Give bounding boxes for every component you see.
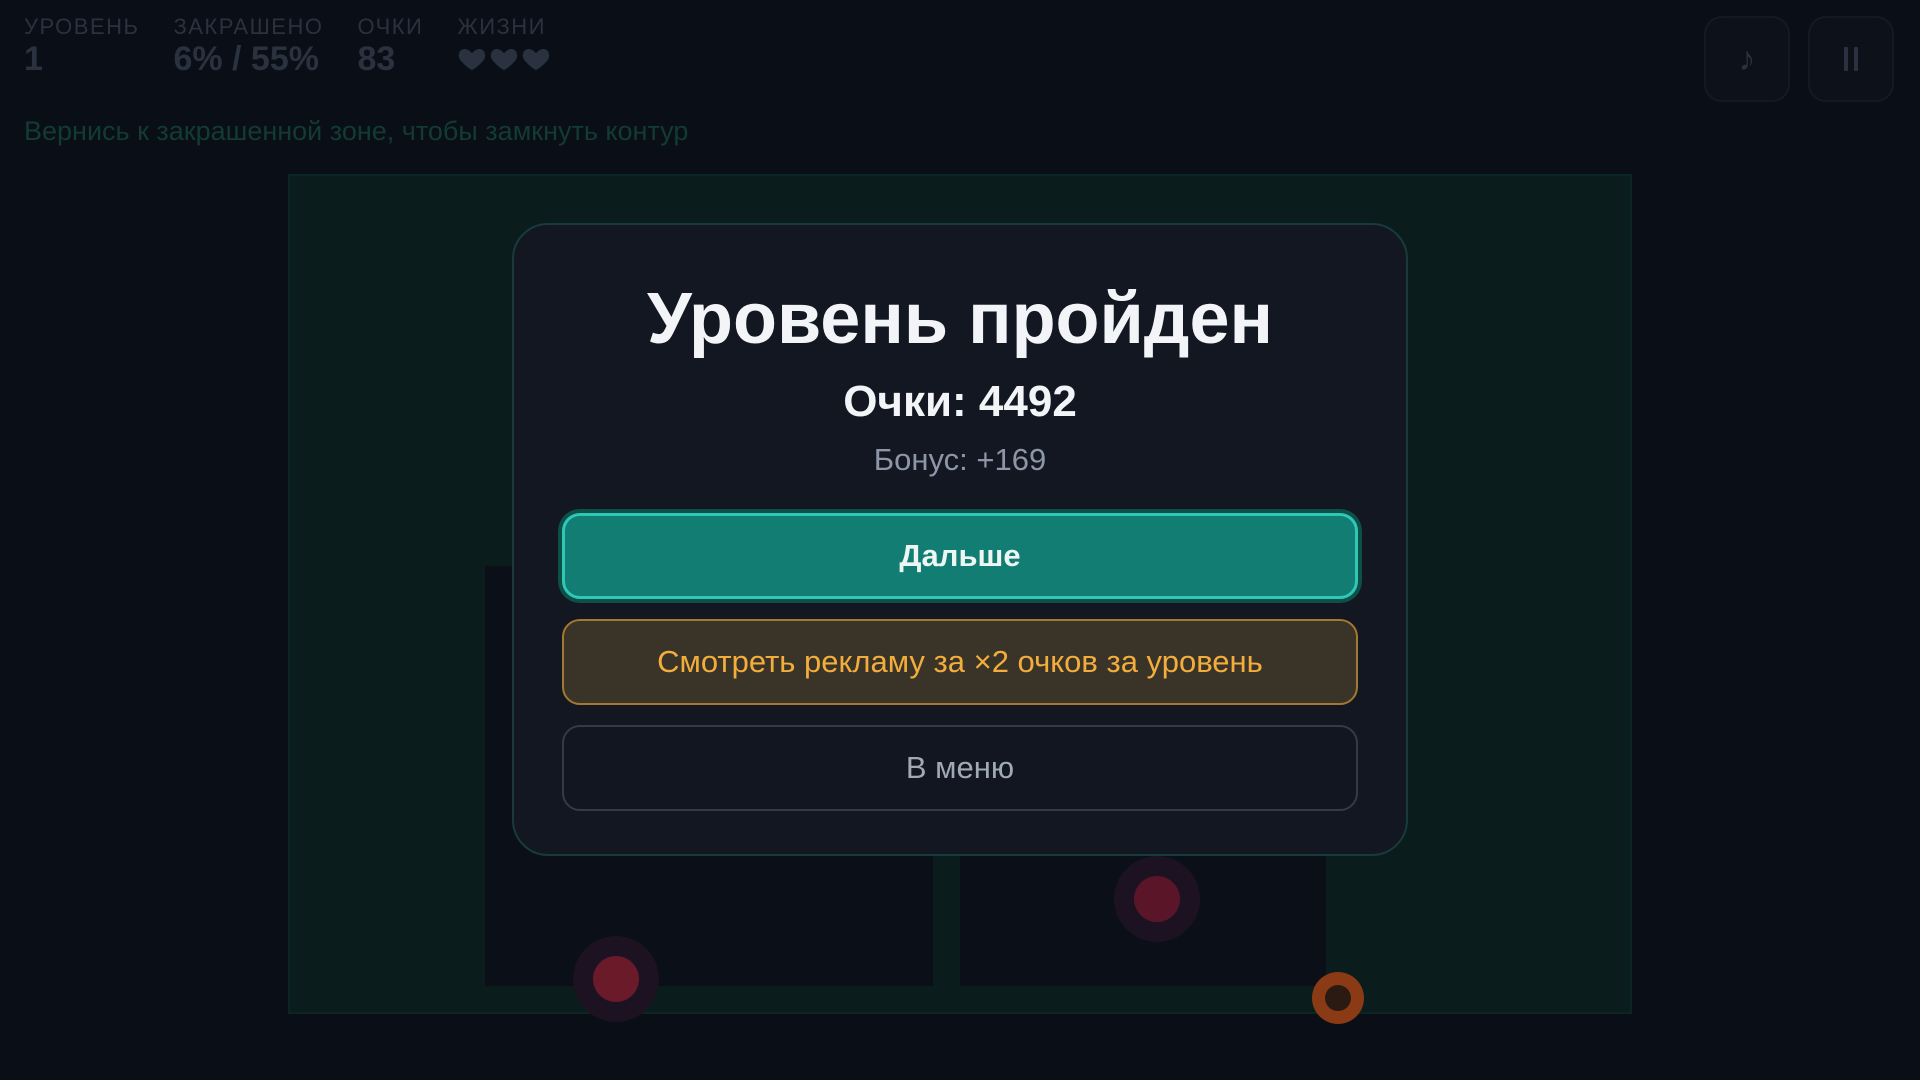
hint-text: Вернись к закрашенной зоне, чтобы замкну… xyxy=(24,116,689,146)
level-stat: УРОВЕНЬ 1 xyxy=(24,14,139,78)
music-note-icon: ♪ xyxy=(1738,39,1756,78)
heart-icon xyxy=(523,49,550,71)
score-value: 83 xyxy=(357,40,396,78)
watch-ad-button[interactable]: Смотреть рекламу за ×2 очков за уровень xyxy=(562,619,1358,705)
enemy-ball-core xyxy=(593,956,639,1002)
dialog-score: Очки: 4492 xyxy=(843,377,1077,426)
level-value: 1 xyxy=(24,40,43,78)
border-enemy-ball xyxy=(1312,972,1364,1024)
pause-icon xyxy=(1844,47,1858,71)
next-button[interactable]: Дальше xyxy=(562,513,1358,599)
heart-icon xyxy=(459,49,486,71)
score-label: ОЧКИ xyxy=(357,14,424,39)
menu-button[interactable]: В меню xyxy=(562,725,1358,811)
game-screen: УРОВЕНЬ 1 ЗАКРАШЕНО 6% / 55% ОЧКИ 83 ЖИЗ… xyxy=(0,0,1920,1080)
level-label: УРОВЕНЬ xyxy=(24,14,140,39)
border-enemy-ball-core xyxy=(1325,985,1351,1011)
music-button[interactable]: ♪ xyxy=(1704,16,1790,102)
hud: УРОВЕНЬ 1 ЗАКРАШЕНО 6% / 55% ОЧКИ 83 ЖИЗ… xyxy=(24,14,551,78)
enemy-ball xyxy=(573,936,659,1022)
lives-label: ЖИЗНИ xyxy=(457,14,546,39)
score-stat: ОЧКИ 83 xyxy=(357,14,423,78)
hud-buttons: ♪ xyxy=(1704,16,1894,102)
pause-button[interactable] xyxy=(1808,16,1894,102)
filled-label: ЗАКРАШЕНО xyxy=(173,14,324,39)
dialog-title: Уровень пройден xyxy=(646,279,1274,359)
enemy-ball xyxy=(1114,856,1200,942)
lives-stat: ЖИЗНИ xyxy=(457,14,551,78)
level-complete-dialog: Уровень пройден Очки: 4492 Бонус: +169 Д… xyxy=(512,223,1408,856)
filled-stat: ЗАКРАШЕНО 6% / 55% xyxy=(173,14,323,78)
dialog-bonus: Бонус: +169 xyxy=(873,442,1047,477)
filled-value: 6% / 55% xyxy=(173,40,319,78)
lives-hearts xyxy=(457,44,551,74)
enemy-ball-core xyxy=(1134,876,1180,922)
heart-icon xyxy=(491,49,518,71)
